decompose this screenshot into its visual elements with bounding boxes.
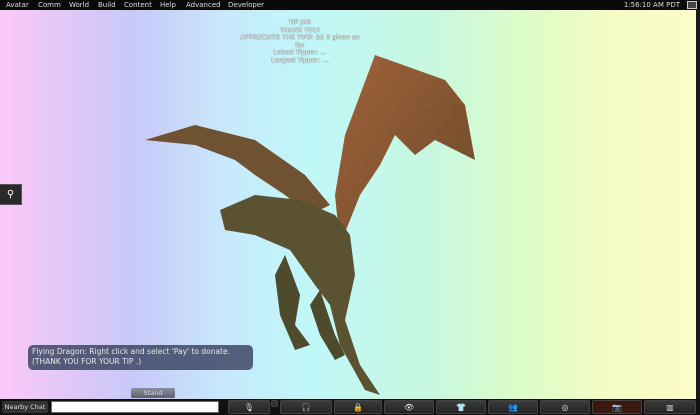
menu-developer[interactable]: Developer	[228, 0, 264, 10]
stand-button[interactable]: Stand	[131, 388, 175, 398]
lock-icon[interactable]: 🔒	[334, 400, 382, 414]
location-pin-icon[interactable]: ⚲	[0, 184, 22, 205]
right-edge	[696, 10, 700, 399]
radar-icon[interactable]: ◎	[540, 400, 590, 414]
eye-icon[interactable]: 👁	[384, 400, 434, 414]
bottom-bar: Nearby Chat 🎙 🎧 🔒 👁 👕 👥 ◎ 📷 ▥	[0, 399, 700, 415]
chat-input[interactable]	[51, 401, 219, 413]
chat-bubble: Flying Dragon: Right click and select 'P…	[28, 345, 253, 370]
shirt-icon[interactable]: 👕	[436, 400, 486, 414]
headphones-icon[interactable]: 🎧	[280, 400, 332, 414]
menu-world[interactable]: World	[69, 0, 89, 10]
menu-comm[interactable]: Comm	[38, 0, 61, 10]
microphone-icon[interactable]: 🎙	[228, 400, 270, 414]
right-wing	[335, 55, 475, 245]
menu-help[interactable]: Help	[160, 0, 176, 10]
chat-bubble-line: (THANK YOU FOR YOUR TIP .)	[32, 357, 142, 366]
people-icon[interactable]: 👥	[488, 400, 538, 414]
menu-bar: Avatar Comm World Build Content Help Adv…	[0, 0, 700, 10]
toolbox-icon[interactable]: ▥	[644, 400, 696, 414]
nearby-chat-button[interactable]: Nearby Chat	[2, 401, 48, 413]
clock: 1:56:10 AM PDT	[623, 1, 680, 9]
camera-icon[interactable]: 📷	[592, 400, 642, 414]
voice-toggle[interactable]	[271, 400, 278, 407]
menu-avatar[interactable]: Avatar	[6, 0, 29, 10]
monitor-icon[interactable]	[687, 1, 697, 9]
menu-advanced[interactable]: Advanced	[186, 0, 221, 10]
menu-build[interactable]: Build	[98, 0, 116, 10]
chat-bubble-line: Flying Dragon: Right click and select 'P…	[32, 347, 231, 356]
menu-content[interactable]: Content	[124, 0, 152, 10]
